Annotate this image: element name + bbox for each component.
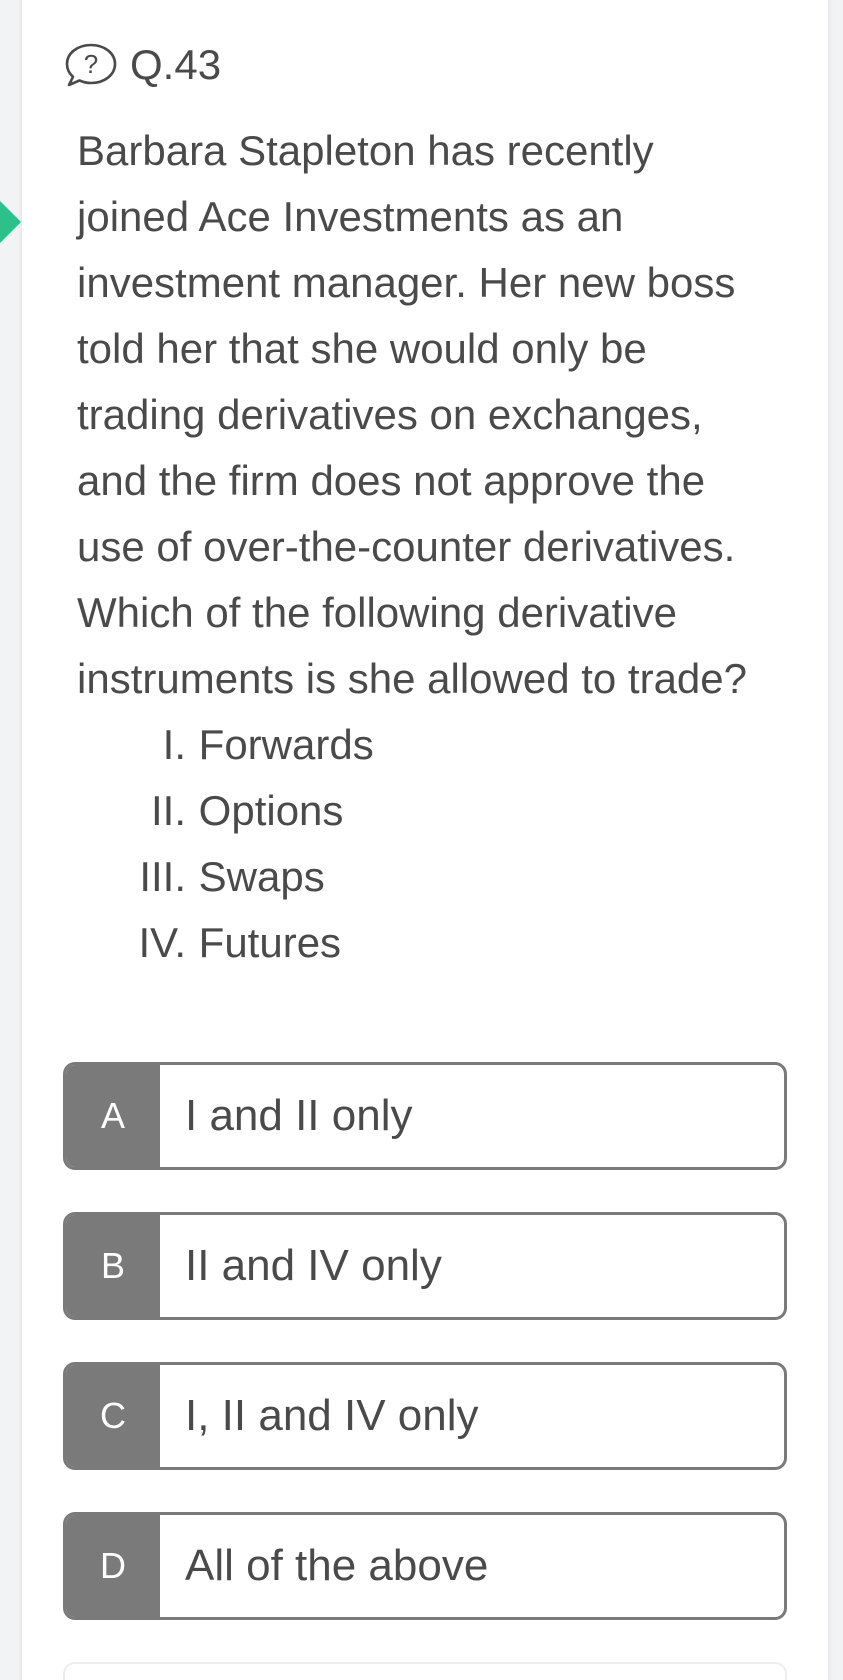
option-label: II and IV only [185, 1241, 442, 1290]
question-line: trading derivatives on exchanges, [77, 391, 703, 438]
question-bubble-icon: ? [63, 41, 119, 89]
question-line: use of over-the-counter derivatives. [77, 523, 736, 570]
question-line: instruments is she allowed to trade? [77, 655, 748, 702]
statement-text: Futures [198, 919, 342, 966]
statement-text: Options [198, 787, 344, 834]
statement-numeral: III. [139, 853, 186, 900]
statement-text: Swaps [198, 853, 325, 900]
statement-text: Forwards [198, 721, 374, 768]
statement-item: IV. Futures [0, 910, 843, 976]
answer-option-d[interactable]: D All of the above [63, 1512, 787, 1620]
answer-option-c[interactable]: C I, II and IV only [63, 1362, 787, 1470]
question-line: Which of the following derivative [77, 589, 677, 636]
question-text: Barbara Stapleton has recently joined Ac… [77, 118, 789, 712]
answer-options: A I and II only B II and IV only C I, II… [63, 1062, 787, 1662]
question-line: told her that she would only be [77, 325, 647, 372]
question-line: investment manager. Her new boss [77, 259, 736, 306]
question-number: Q.43 [130, 41, 222, 88]
option-letter: D [66, 1515, 160, 1617]
next-card-edge [63, 1662, 787, 1680]
statement-item: III. Swaps [0, 844, 843, 910]
option-label: I, II and IV only [185, 1391, 479, 1440]
statement-numeral: IV. [138, 919, 187, 966]
question-line: Barbara Stapleton has recently [77, 127, 654, 174]
option-letter: B [66, 1215, 160, 1317]
answer-option-a[interactable]: A I and II only [63, 1062, 787, 1170]
question-header: ? Q.43 [63, 40, 221, 90]
answer-option-b[interactable]: B II and IV only [63, 1212, 787, 1320]
svg-text:?: ? [84, 49, 98, 79]
statement-numeral: I. [162, 721, 186, 768]
question-line: and the firm does not approve the [77, 457, 706, 504]
option-letter: C [66, 1365, 160, 1467]
page: ? Q.43 Barbara Stapleton has recently jo… [0, 0, 843, 1680]
question-line: joined Ace Investments as an [77, 193, 624, 240]
option-label: I and II only [185, 1091, 413, 1140]
option-letter: A [66, 1065, 160, 1167]
option-label: All of the above [185, 1541, 489, 1590]
statement-item: I. Forwards [0, 712, 843, 778]
statement-numeral: II. [150, 787, 186, 834]
statement-list: I. Forwards II. Options III. Swaps IV. F… [0, 712, 843, 976]
statement-item: II. Options [0, 778, 843, 844]
current-question-indicator [0, 201, 21, 243]
